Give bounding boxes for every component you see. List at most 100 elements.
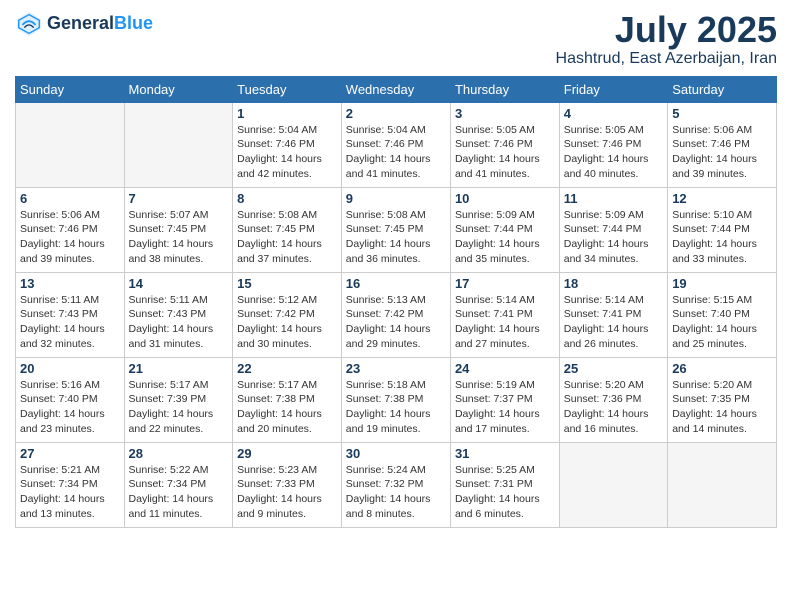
day-number: 4 xyxy=(564,106,663,121)
day-info: Sunrise: 5:16 AM Sunset: 7:40 PM Dayligh… xyxy=(20,378,120,437)
day-info: Sunrise: 5:08 AM Sunset: 7:45 PM Dayligh… xyxy=(346,208,446,267)
calendar-header-wednesday: Wednesday xyxy=(341,76,450,102)
logo: GeneralBlue xyxy=(15,10,153,38)
calendar-cell xyxy=(124,102,233,187)
calendar-week-5: 27Sunrise: 5:21 AM Sunset: 7:34 PM Dayli… xyxy=(16,442,777,527)
calendar-cell: 18 Sunrise: 5:14 AM Sunset: 7:41 PM Dayli… xyxy=(559,272,667,357)
month-title: July 2025 xyxy=(556,10,777,50)
logo-text-line1: GeneralBlue xyxy=(47,14,153,34)
calendar-week-3: 13 Sunrise: 5:11 AM Sunset: 7:43 PM Dayli… xyxy=(16,272,777,357)
calendar-cell: 3 Sunrise: 5:05 AM Sunset: 7:46 PM Daylig… xyxy=(450,102,559,187)
calendar-header-sunday: Sunday xyxy=(16,76,125,102)
day-number: 24 xyxy=(455,361,555,376)
day-info: Sunrise: 5:14 AM Sunset: 7:41 PM Dayligh… xyxy=(455,293,555,352)
calendar-header-thursday: Thursday xyxy=(450,76,559,102)
day-info: Sunrise: 5:20 AM Sunset: 7:35 PM Dayligh… xyxy=(672,378,772,437)
day-info: Sunrise: 5:08 AM Sunset: 7:45 PM Dayligh… xyxy=(237,208,337,267)
day-number: 21 xyxy=(129,361,229,376)
day-info: Sunrise: 5:18 AM Sunset: 7:38 PM Dayligh… xyxy=(346,378,446,437)
day-info: Sunrise: 5:09 AM Sunset: 7:44 PM Dayligh… xyxy=(564,208,663,267)
day-info: Sunrise: 5:09 AM Sunset: 7:44 PM Dayligh… xyxy=(455,208,555,267)
day-info: Sunrise: 5:06 AM Sunset: 7:46 PM Dayligh… xyxy=(672,123,772,182)
calendar-cell: 6 Sunrise: 5:06 AM Sunset: 7:46 PM Daylig… xyxy=(16,187,125,272)
calendar-cell: 8 Sunrise: 5:08 AM Sunset: 7:45 PM Daylig… xyxy=(233,187,342,272)
day-number: 15 xyxy=(237,276,337,291)
calendar-cell: 26 Sunrise: 5:20 AM Sunset: 7:35 PM Dayli… xyxy=(668,357,777,442)
calendar-cell: 5Sunrise: 5:06 AM Sunset: 7:46 PM Daylig… xyxy=(668,102,777,187)
calendar-cell: 12 Sunrise: 5:10 AM Sunset: 7:44 PM Dayli… xyxy=(668,187,777,272)
calendar-header-saturday: Saturday xyxy=(668,76,777,102)
day-info: Sunrise: 5:10 AM Sunset: 7:44 PM Dayligh… xyxy=(672,208,772,267)
day-number: 19 xyxy=(672,276,772,291)
day-number: 27 xyxy=(20,446,120,461)
calendar-cell: 20Sunrise: 5:16 AM Sunset: 7:40 PM Dayli… xyxy=(16,357,125,442)
day-number: 30 xyxy=(346,446,446,461)
calendar-header-friday: Friday xyxy=(559,76,667,102)
day-info: Sunrise: 5:17 AM Sunset: 7:39 PM Dayligh… xyxy=(129,378,229,437)
calendar-week-4: 20Sunrise: 5:16 AM Sunset: 7:40 PM Dayli… xyxy=(16,357,777,442)
day-number: 11 xyxy=(564,191,663,206)
logo-icon xyxy=(15,10,43,38)
calendar-cell: 30Sunrise: 5:24 AM Sunset: 7:32 PM Dayli… xyxy=(341,442,450,527)
calendar-cell xyxy=(668,442,777,527)
calendar-cell: 25 Sunrise: 5:20 AM Sunset: 7:36 PM Dayli… xyxy=(559,357,667,442)
day-info: Sunrise: 5:06 AM Sunset: 7:46 PM Dayligh… xyxy=(20,208,120,267)
day-number: 12 xyxy=(672,191,772,206)
calendar-cell: 29 Sunrise: 5:23 AM Sunset: 7:33 PM Dayli… xyxy=(233,442,342,527)
location: Hashtrud, East Azerbaijan, Iran xyxy=(556,50,777,68)
calendar-table: SundayMondayTuesdayWednesdayThursdayFrid… xyxy=(15,76,777,528)
calendar-cell: 10 Sunrise: 5:09 AM Sunset: 7:44 PM Dayli… xyxy=(450,187,559,272)
day-info: Sunrise: 5:05 AM Sunset: 7:46 PM Dayligh… xyxy=(455,123,555,182)
calendar-header-row: SundayMondayTuesdayWednesdayThursdayFrid… xyxy=(16,76,777,102)
day-info: Sunrise: 5:25 AM Sunset: 7:31 PM Dayligh… xyxy=(455,463,555,522)
day-info: Sunrise: 5:07 AM Sunset: 7:45 PM Dayligh… xyxy=(129,208,229,267)
day-number: 28 xyxy=(129,446,229,461)
day-number: 1 xyxy=(237,106,337,121)
day-number: 2 xyxy=(346,106,446,121)
day-number: 3 xyxy=(455,106,555,121)
calendar-cell: 17Sunrise: 5:14 AM Sunset: 7:41 PM Dayli… xyxy=(450,272,559,357)
calendar-cell: 7 Sunrise: 5:07 AM Sunset: 7:45 PM Daylig… xyxy=(124,187,233,272)
page-header: GeneralBlue July 2025 Hashtrud, East Aze… xyxy=(15,10,777,68)
day-number: 31 xyxy=(455,446,555,461)
calendar-cell: 14Sunrise: 5:11 AM Sunset: 7:43 PM Dayli… xyxy=(124,272,233,357)
calendar-cell: 2 Sunrise: 5:04 AM Sunset: 7:46 PM Daylig… xyxy=(341,102,450,187)
day-info: Sunrise: 5:23 AM Sunset: 7:33 PM Dayligh… xyxy=(237,463,337,522)
day-info: Sunrise: 5:14 AM Sunset: 7:41 PM Dayligh… xyxy=(564,293,663,352)
day-number: 8 xyxy=(237,191,337,206)
calendar-cell: 11 Sunrise: 5:09 AM Sunset: 7:44 PM Dayli… xyxy=(559,187,667,272)
day-info: Sunrise: 5:04 AM Sunset: 7:46 PM Dayligh… xyxy=(237,123,337,182)
calendar-cell: 9 Sunrise: 5:08 AM Sunset: 7:45 PM Daylig… xyxy=(341,187,450,272)
day-info: Sunrise: 5:20 AM Sunset: 7:36 PM Dayligh… xyxy=(564,378,663,437)
day-number: 10 xyxy=(455,191,555,206)
day-number: 16 xyxy=(346,276,446,291)
day-info: Sunrise: 5:13 AM Sunset: 7:42 PM Dayligh… xyxy=(346,293,446,352)
day-info: Sunrise: 5:22 AM Sunset: 7:34 PM Dayligh… xyxy=(129,463,229,522)
day-number: 25 xyxy=(564,361,663,376)
day-info: Sunrise: 5:04 AM Sunset: 7:46 PM Dayligh… xyxy=(346,123,446,182)
calendar-cell: 24 Sunrise: 5:19 AM Sunset: 7:37 PM Dayli… xyxy=(450,357,559,442)
calendar-cell: 13Sunrise: 5:11 AM Sunset: 7:43 PM Dayli… xyxy=(16,272,125,357)
day-info: Sunrise: 5:05 AM Sunset: 7:46 PM Dayligh… xyxy=(564,123,663,182)
day-info: Sunrise: 5:12 AM Sunset: 7:42 PM Dayligh… xyxy=(237,293,337,352)
day-info: Sunrise: 5:11 AM Sunset: 7:43 PM Dayligh… xyxy=(129,293,229,352)
calendar-header-monday: Monday xyxy=(124,76,233,102)
day-info: Sunrise: 5:15 AM Sunset: 7:40 PM Dayligh… xyxy=(672,293,772,352)
day-number: 7 xyxy=(129,191,229,206)
calendar-cell: 31 Sunrise: 5:25 AM Sunset: 7:31 PM Dayli… xyxy=(450,442,559,527)
day-number: 9 xyxy=(346,191,446,206)
day-info: Sunrise: 5:19 AM Sunset: 7:37 PM Dayligh… xyxy=(455,378,555,437)
calendar-cell: 16 Sunrise: 5:13 AM Sunset: 7:42 PM Dayli… xyxy=(341,272,450,357)
calendar-week-1: 1 Sunrise: 5:04 AM Sunset: 7:46 PM Daylig… xyxy=(16,102,777,187)
day-number: 29 xyxy=(237,446,337,461)
day-number: 26 xyxy=(672,361,772,376)
day-number: 18 xyxy=(564,276,663,291)
calendar-cell xyxy=(559,442,667,527)
calendar-cell: 15 Sunrise: 5:12 AM Sunset: 7:42 PM Dayli… xyxy=(233,272,342,357)
day-number: 13 xyxy=(20,276,120,291)
calendar-cell: 19 Sunrise: 5:15 AM Sunset: 7:40 PM Dayli… xyxy=(668,272,777,357)
calendar-cell: 1 Sunrise: 5:04 AM Sunset: 7:46 PM Daylig… xyxy=(233,102,342,187)
calendar-cell: 22Sunrise: 5:17 AM Sunset: 7:38 PM Dayli… xyxy=(233,357,342,442)
calendar-cell: 21 Sunrise: 5:17 AM Sunset: 7:39 PM Dayli… xyxy=(124,357,233,442)
day-number: 6 xyxy=(20,191,120,206)
